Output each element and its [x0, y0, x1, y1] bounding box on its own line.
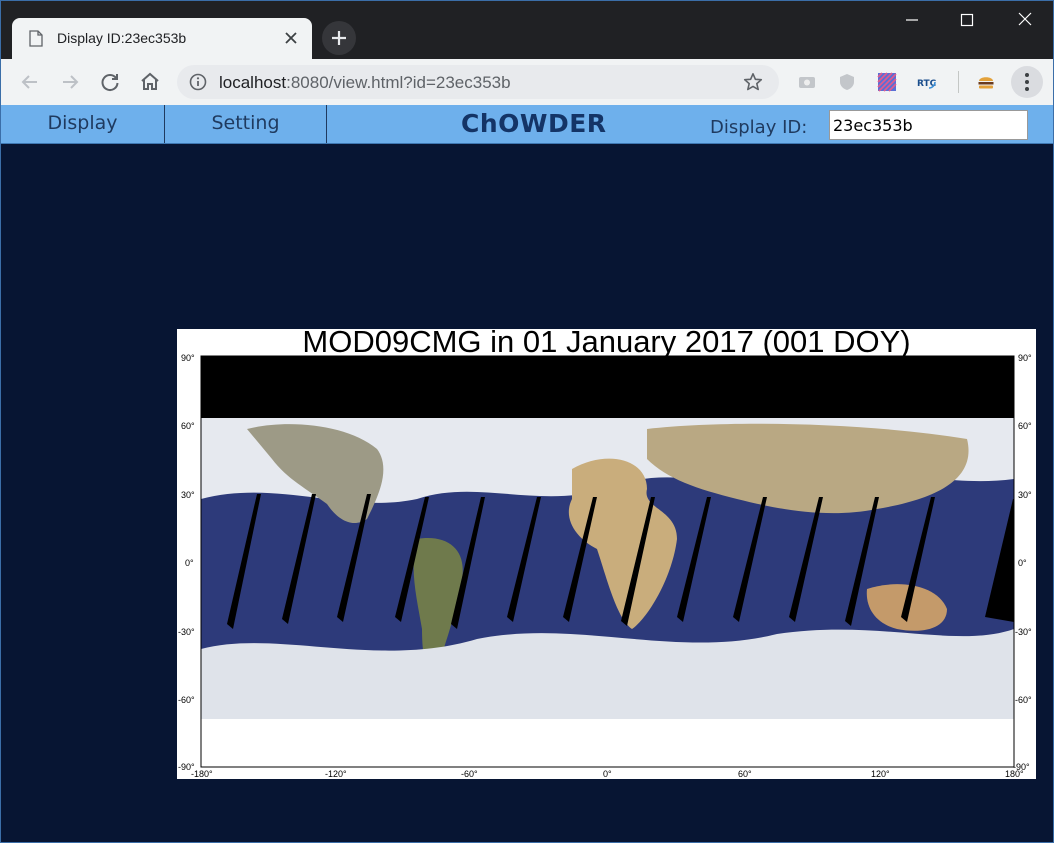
url-host: localhost [219, 73, 287, 92]
lon-label: -180° [191, 769, 213, 779]
back-arrow-icon[interactable] [18, 70, 42, 94]
lat-label-right: -60° [1015, 695, 1032, 705]
map-title: MOD09CMG in 01 January 2017 (001 DOY) [302, 329, 911, 359]
maximize-icon [960, 13, 974, 27]
url-path: :8080/view.html?id=23ec353b [286, 73, 511, 92]
app-header: Display Setting ChOWDER Display ID: [1, 105, 1053, 144]
world-map-graphic [200, 355, 1015, 768]
close-window-icon [1018, 12, 1032, 26]
lat-label-left: -60° [178, 695, 195, 705]
browser-window: Display ID:23ec353b localhost:8080/view.… [0, 0, 1054, 843]
plus-icon [332, 31, 346, 45]
extension-pattern-icon[interactable] [877, 72, 897, 92]
extension-rtc-icon[interactable]: RTC [917, 72, 937, 92]
map-image: MOD09CMG in 01 January 2017 (001 DOY) 90… [177, 329, 1036, 779]
lat-label-right: 90° [1018, 353, 1032, 363]
extension-burger-icon[interactable] [976, 72, 996, 92]
extension-shield-icon[interactable] [837, 72, 857, 92]
browser-toolbar: localhost:8080/view.html?id=23ec353b RTC [1, 59, 1053, 106]
lon-label: 180° [1005, 769, 1024, 779]
display-id-input[interactable] [829, 110, 1028, 140]
lat-label-left: 90° [181, 353, 195, 363]
lat-label-right: 30° [1018, 490, 1032, 500]
lat-label-right: -30° [1015, 627, 1032, 637]
lon-label: 120° [871, 769, 890, 779]
lat-label-right: 60° [1018, 421, 1032, 431]
forward-arrow-icon[interactable] [58, 70, 82, 94]
display-tab-button[interactable]: Display [1, 105, 165, 143]
extension-camera-icon[interactable] [797, 72, 817, 92]
close-icon[interactable] [283, 30, 299, 46]
lat-label-right: 0° [1018, 558, 1027, 568]
home-icon[interactable] [138, 70, 162, 94]
address-bar[interactable]: localhost:8080/view.html?id=23ec353b [177, 65, 779, 99]
browser-tab[interactable]: Display ID:23ec353b [12, 18, 312, 59]
info-icon[interactable] [189, 73, 207, 91]
lat-label-left: 0° [185, 558, 194, 568]
close-window-button[interactable] [1002, 1, 1048, 39]
url-text[interactable]: localhost:8080/view.html?id=23ec353b [219, 73, 511, 93]
display-id-label: Display ID: [710, 117, 808, 138]
page-icon [29, 30, 43, 47]
svg-text:RTC: RTC [917, 79, 937, 89]
lon-label: -120° [325, 769, 347, 779]
new-tab-button[interactable] [322, 21, 356, 55]
maximize-button[interactable] [944, 1, 990, 39]
setting-tab-button[interactable]: Setting [165, 105, 327, 143]
lon-label: -60° [461, 769, 478, 779]
title-bar: Display ID:23ec353b [1, 1, 1053, 59]
lon-label: 0° [603, 769, 612, 779]
app-title: ChOWDER [461, 109, 607, 138]
lat-label-left: -30° [178, 627, 195, 637]
lat-label-left: 30° [181, 490, 195, 500]
lat-label-left: 60° [181, 421, 195, 431]
lon-label: 60° [738, 769, 752, 779]
menu-button[interactable] [1011, 66, 1043, 98]
minimize-icon [906, 19, 918, 21]
minimize-button[interactable] [889, 1, 935, 39]
reload-icon[interactable] [98, 70, 122, 94]
star-icon[interactable] [743, 72, 763, 92]
tab-title: Display ID:23ec353b [57, 30, 187, 46]
toolbar-separator [958, 71, 959, 93]
display-area: MOD09CMG in 01 January 2017 (001 DOY) 90… [1, 144, 1053, 842]
kebab-menu-icon [1025, 73, 1029, 91]
